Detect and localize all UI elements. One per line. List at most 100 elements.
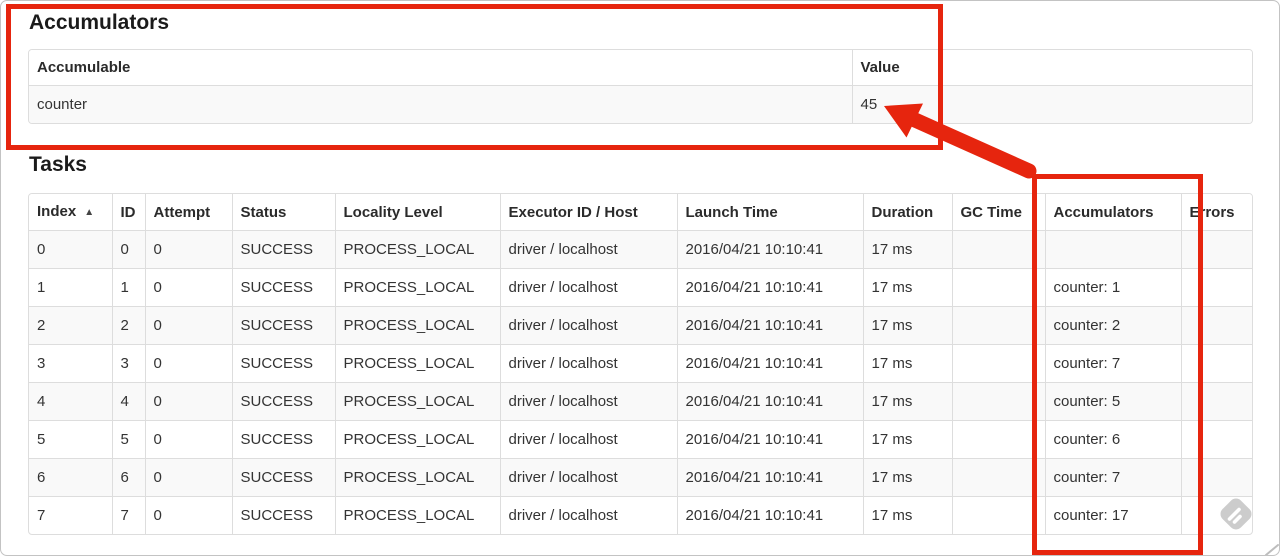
cell-index: 6: [29, 458, 112, 497]
cell-index: 3: [29, 344, 112, 383]
column-header-accumulable[interactable]: Accumulable: [29, 50, 852, 86]
column-header-accumulators[interactable]: Accumulators: [1044, 194, 1181, 231]
column-header-index[interactable]: Index ▲: [29, 194, 112, 231]
column-header-attempt[interactable]: Attempt: [144, 194, 232, 231]
cell-id: 3: [111, 344, 145, 383]
cell-index: 1: [29, 268, 112, 307]
cell-errors: [1180, 344, 1252, 383]
cell-id: 0: [111, 230, 145, 269]
cell-id: 5: [111, 420, 145, 459]
table-row: 7 7 0 SUCCESS PROCESS_LOCAL driver / loc…: [29, 496, 1252, 534]
cell-launch-time: 2016/04/21 10:10:41: [676, 268, 863, 307]
cell-attempt: 0: [144, 382, 232, 421]
column-header-gc-time[interactable]: GC Time: [951, 194, 1045, 231]
table-row: 0 0 0 SUCCESS PROCESS_LOCAL driver / loc…: [29, 230, 1252, 269]
accumulators-heading: Accumulators: [29, 11, 170, 34]
table-row: 6 6 0 SUCCESS PROCESS_LOCAL driver / loc…: [29, 458, 1252, 497]
cell-duration: 17 ms: [862, 344, 952, 383]
cell-executor: driver / localhost: [499, 458, 677, 497]
cell-locality: PROCESS_LOCAL: [334, 420, 500, 459]
table-row: 5 5 0 SUCCESS PROCESS_LOCAL driver / loc…: [29, 420, 1252, 459]
cell-status: SUCCESS: [231, 344, 335, 383]
column-header-errors[interactable]: Errors: [1180, 194, 1252, 231]
cell-gc-time: [951, 344, 1045, 383]
cell-gc-time: [951, 306, 1045, 345]
cell-accumulators: counter: 2: [1044, 306, 1181, 345]
cell-executor: driver / localhost: [499, 306, 677, 345]
cell-gc-time: [951, 420, 1045, 459]
cell-status: SUCCESS: [231, 382, 335, 421]
column-header-value[interactable]: Value: [851, 50, 1252, 86]
cell-launch-time: 2016/04/21 10:10:41: [676, 496, 863, 534]
cell-duration: 17 ms: [862, 420, 952, 459]
table-row: 1 1 0 SUCCESS PROCESS_LOCAL driver / loc…: [29, 268, 1252, 307]
cell-launch-time: 2016/04/21 10:10:41: [676, 458, 863, 497]
cell-status: SUCCESS: [231, 458, 335, 497]
accumulators-header-row: Accumulable Value: [29, 50, 1252, 86]
cell-index: 7: [29, 496, 112, 534]
cell-attempt: 0: [144, 458, 232, 497]
column-header-status[interactable]: Status: [231, 194, 335, 231]
column-header-launch-time[interactable]: Launch Time: [676, 194, 863, 231]
corner-mark: [1265, 544, 1279, 556]
cell-accumulators: counter: 6: [1044, 420, 1181, 459]
cell-duration: 17 ms: [862, 230, 952, 269]
cell-duration: 17 ms: [862, 458, 952, 497]
tasks-header-row: Index ▲ ID Attempt Status Locality Level …: [29, 194, 1252, 231]
cell-accumulators: counter: 5: [1044, 382, 1181, 421]
cell-locality: PROCESS_LOCAL: [334, 382, 500, 421]
cell-attempt: 0: [144, 268, 232, 307]
cell-gc-time: [951, 496, 1045, 534]
cell-gc-time: [951, 268, 1045, 307]
cell-accumulators: counter: 7: [1044, 344, 1181, 383]
column-header-duration[interactable]: Duration: [862, 194, 952, 231]
cell-locality: PROCESS_LOCAL: [334, 458, 500, 497]
cell-id: 1: [111, 268, 145, 307]
tasks-heading: Tasks: [29, 153, 87, 176]
cell-duration: 17 ms: [862, 306, 952, 345]
cell-accumulators: counter: 7: [1044, 458, 1181, 497]
cell-index: 5: [29, 420, 112, 459]
cell-errors: [1180, 268, 1252, 307]
cell-duration: 17 ms: [862, 268, 952, 307]
accumulable-value-cell: 45: [851, 85, 1252, 123]
cell-index: 0: [29, 230, 112, 269]
cell-launch-time: 2016/04/21 10:10:41: [676, 306, 863, 345]
cell-index: 4: [29, 382, 112, 421]
column-header-id[interactable]: ID: [111, 194, 145, 231]
column-header-executor-id-host[interactable]: Executor ID / Host: [499, 194, 677, 231]
cell-locality: PROCESS_LOCAL: [334, 344, 500, 383]
cell-id: 4: [111, 382, 145, 421]
cell-gc-time: [951, 458, 1045, 497]
cell-attempt: 0: [144, 344, 232, 383]
cell-accumulators: counter: 1: [1044, 268, 1181, 307]
table-row: 4 4 0 SUCCESS PROCESS_LOCAL driver / loc…: [29, 382, 1252, 421]
cell-errors: [1180, 496, 1252, 534]
cell-launch-time: 2016/04/21 10:10:41: [676, 344, 863, 383]
cell-id: 6: [111, 458, 145, 497]
sort-ascending-icon: ▲: [84, 207, 95, 218]
cell-accumulators: [1044, 230, 1181, 269]
cell-attempt: 0: [144, 496, 232, 534]
tasks-table: Index ▲ ID Attempt Status Locality Level …: [28, 193, 1253, 535]
cell-duration: 17 ms: [862, 382, 952, 421]
cell-attempt: 0: [144, 230, 232, 269]
cell-gc-time: [951, 382, 1045, 421]
cell-executor: driver / localhost: [499, 268, 677, 307]
cell-status: SUCCESS: [231, 306, 335, 345]
cell-id: 7: [111, 496, 145, 534]
column-header-locality-level[interactable]: Locality Level: [334, 194, 500, 231]
cell-duration: 17 ms: [862, 496, 952, 534]
cell-attempt: 0: [144, 420, 232, 459]
accumulable-name-cell: counter: [29, 85, 852, 123]
cell-locality: PROCESS_LOCAL: [334, 230, 500, 269]
cell-attempt: 0: [144, 306, 232, 345]
cell-locality: PROCESS_LOCAL: [334, 268, 500, 307]
cell-errors: [1180, 230, 1252, 269]
table-row: 2 2 0 SUCCESS PROCESS_LOCAL driver / loc…: [29, 306, 1252, 345]
cell-launch-time: 2016/04/21 10:10:41: [676, 382, 863, 421]
cell-locality: PROCESS_LOCAL: [334, 496, 500, 534]
cell-status: SUCCESS: [231, 268, 335, 307]
cell-status: SUCCESS: [231, 496, 335, 534]
cell-executor: driver / localhost: [499, 496, 677, 534]
